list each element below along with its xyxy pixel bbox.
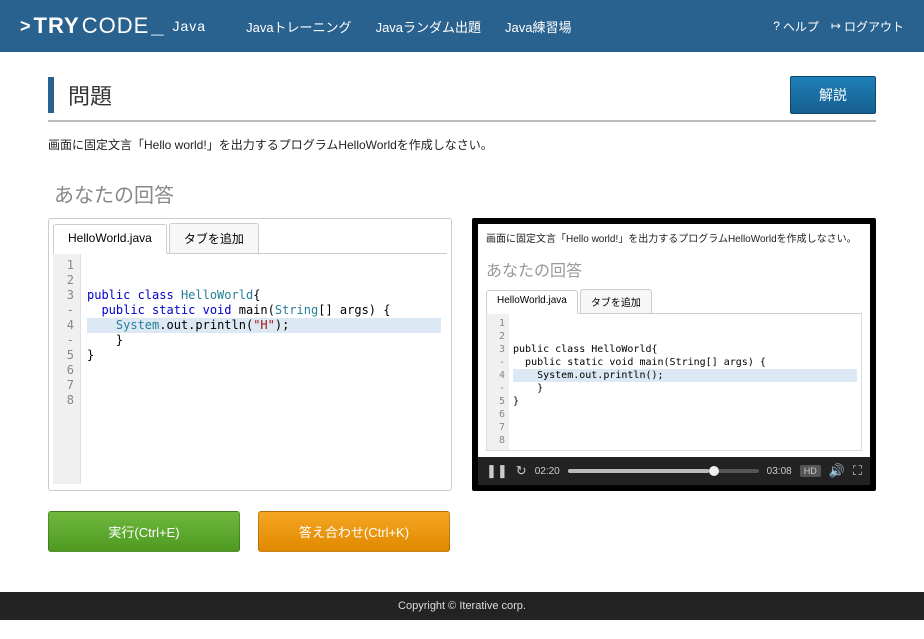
rewind-icon[interactable]: ↻ bbox=[516, 463, 527, 479]
problem-description: 画面に固定文言「Hello world!」を出力するプログラムHelloWorl… bbox=[48, 136, 876, 153]
video-controls: ❚❚ ↻ 02:20 03:08 HD 🔊 ⛶ bbox=[478, 457, 870, 485]
logo-suffix: _ bbox=[151, 13, 164, 39]
video-content: 画面に固定文言「Hello world!」を出力するプログラムHelloWorl… bbox=[478, 224, 870, 457]
nav: Javaトレーニング Javaランダム出題 Java練習場 bbox=[246, 17, 571, 36]
header: > TRY CODE _ Java Javaトレーニング Javaランダム出題 … bbox=[0, 0, 924, 52]
main: 問題 解説 画面に固定文言「Hello world!」を出力するプログラムHel… bbox=[0, 52, 924, 592]
video-code: public class HelloWorld{ public static v… bbox=[509, 314, 861, 450]
video-seek-bar[interactable] bbox=[568, 469, 759, 473]
video-gutter: 1 2 3 - 4 - 5 6 7 8 bbox=[487, 314, 509, 450]
logo-bold: TRY bbox=[34, 13, 80, 39]
video-seek-knob[interactable] bbox=[709, 466, 719, 476]
help-icon: ? bbox=[773, 19, 780, 33]
title-accent-bar bbox=[48, 77, 54, 113]
logout-link[interactable]: ↦ ログアウト bbox=[831, 18, 904, 35]
logo-thin: CODE bbox=[82, 13, 150, 39]
header-right: ? ヘルプ ↦ ログアウト bbox=[773, 18, 904, 35]
answer-title: あなたの回答 bbox=[54, 179, 876, 208]
logo-sub: Java bbox=[173, 18, 207, 34]
video-tab-add: タブを追加 bbox=[580, 289, 652, 313]
video-duration: 03:08 bbox=[767, 466, 792, 477]
video-tab-helloworld: HelloWorld.java bbox=[486, 290, 578, 314]
video-current-time: 02:20 bbox=[535, 466, 560, 477]
footer: Copyright © Iterative corp. bbox=[0, 592, 924, 620]
video-tabs: HelloWorld.java タブを追加 bbox=[486, 289, 862, 314]
nav-practice[interactable]: Java練習場 bbox=[505, 17, 571, 36]
pause-icon[interactable]: ❚❚ bbox=[486, 463, 508, 479]
editor-tabs: HelloWorld.java タブを追加 bbox=[53, 223, 447, 254]
logo[interactable]: > TRY CODE _ Java bbox=[20, 13, 206, 39]
editor-gutter: 1 2 3 - 4 - 5 6 7 8 bbox=[53, 254, 81, 484]
help-label: ヘルプ bbox=[783, 18, 819, 35]
tab-add[interactable]: タブを追加 bbox=[169, 223, 259, 253]
video-panel: 画面に固定文言「Hello world!」を出力するプログラムHelloWorl… bbox=[472, 218, 876, 491]
nav-random[interactable]: Javaランダム出題 bbox=[376, 17, 481, 36]
code-editor[interactable]: 1 2 3 - 4 - 5 6 7 8 public class HelloWo… bbox=[53, 254, 447, 484]
nav-training[interactable]: Javaトレーニング bbox=[246, 17, 351, 36]
fullscreen-icon[interactable]: ⛶ bbox=[853, 463, 862, 479]
editor-panel: HelloWorld.java タブを追加 1 2 3 - 4 - 5 6 7 … bbox=[48, 218, 452, 491]
hd-badge[interactable]: HD bbox=[800, 465, 821, 477]
video-seek-fill bbox=[568, 469, 709, 473]
logo-arrow-icon: > bbox=[20, 16, 32, 37]
action-buttons: 実行(Ctrl+E) 答え合わせ(Ctrl+K) bbox=[48, 511, 876, 552]
video-answer-title: あなたの回答 bbox=[486, 257, 862, 281]
run-button[interactable]: 実行(Ctrl+E) bbox=[48, 511, 240, 552]
help-link[interactable]: ? ヘルプ bbox=[773, 18, 819, 35]
title-row: 問題 解説 bbox=[48, 76, 876, 122]
tab-helloworld[interactable]: HelloWorld.java bbox=[53, 224, 167, 254]
check-answer-button[interactable]: 答え合わせ(Ctrl+K) bbox=[258, 511, 450, 552]
logout-label: ログアウト bbox=[844, 18, 904, 35]
video-problem-description: 画面に固定文言「Hello world!」を出力するプログラムHelloWorl… bbox=[486, 230, 862, 245]
editor-code[interactable]: public class HelloWorld{ public static v… bbox=[81, 254, 447, 484]
video-code-area: 1 2 3 - 4 - 5 6 7 8 public class HelloWo… bbox=[486, 314, 862, 451]
volume-icon[interactable]: 🔊 bbox=[829, 463, 845, 479]
logout-icon: ↦ bbox=[831, 19, 841, 33]
explanation-button[interactable]: 解説 bbox=[790, 76, 876, 114]
panels: HelloWorld.java タブを追加 1 2 3 - 4 - 5 6 7 … bbox=[48, 218, 876, 491]
page-title: 問題 bbox=[68, 79, 112, 111]
